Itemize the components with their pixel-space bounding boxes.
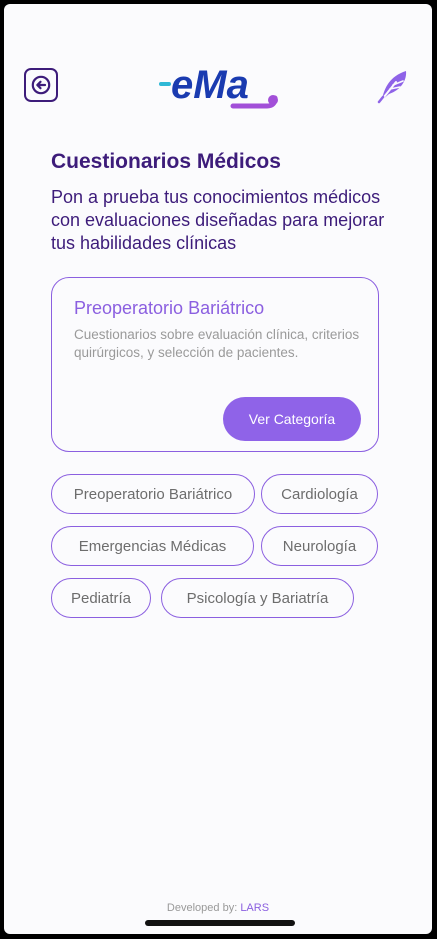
- view-category-button[interactable]: Ver Categoría: [223, 397, 361, 441]
- featured-category-title: Preoperatorio Bariátrico: [74, 298, 265, 318]
- app-screen: eMa Cuestionarios Médicos Pon a prueba t…: [4, 4, 432, 934]
- category-chip-cardiologia[interactable]: Cardiología: [261, 474, 378, 514]
- featured-category-card: Preoperatorio Bariátrico Cuestionarios s…: [51, 277, 379, 452]
- footer-brand-link[interactable]: LARS: [240, 902, 269, 914]
- footer-prefix: Developed by:: [166, 902, 241, 914]
- feather-icon[interactable]: [374, 66, 412, 104]
- ema-logo: eMa: [159, 63, 278, 109]
- category-chip-pediatria[interactable]: Pediatría: [51, 578, 151, 618]
- svg-text:eMa: eMa: [171, 63, 249, 107]
- header: eMa: [4, 62, 432, 122]
- page-subtitle: Pon a prueba tus conocimientos médicos c…: [51, 187, 385, 253]
- category-chip-preoperatorio[interactable]: Preoperatorio Bariátrico: [51, 474, 255, 514]
- home-indicator[interactable]: [145, 920, 295, 926]
- page-title: Cuestionarios Médicos: [51, 150, 281, 173]
- category-chip-neurologia[interactable]: Neurología: [261, 526, 378, 566]
- category-chip-emergencias[interactable]: Emergencias Médicas: [51, 526, 254, 566]
- back-button[interactable]: [24, 68, 58, 102]
- footer-credit: Developed by: LARS: [4, 902, 432, 914]
- category-chip-psicologia[interactable]: Psicología y Bariatría: [161, 578, 354, 618]
- arrow-left-icon: [31, 75, 51, 95]
- featured-category-description: Cuestionarios sobre evaluación clínica, …: [74, 327, 360, 360]
